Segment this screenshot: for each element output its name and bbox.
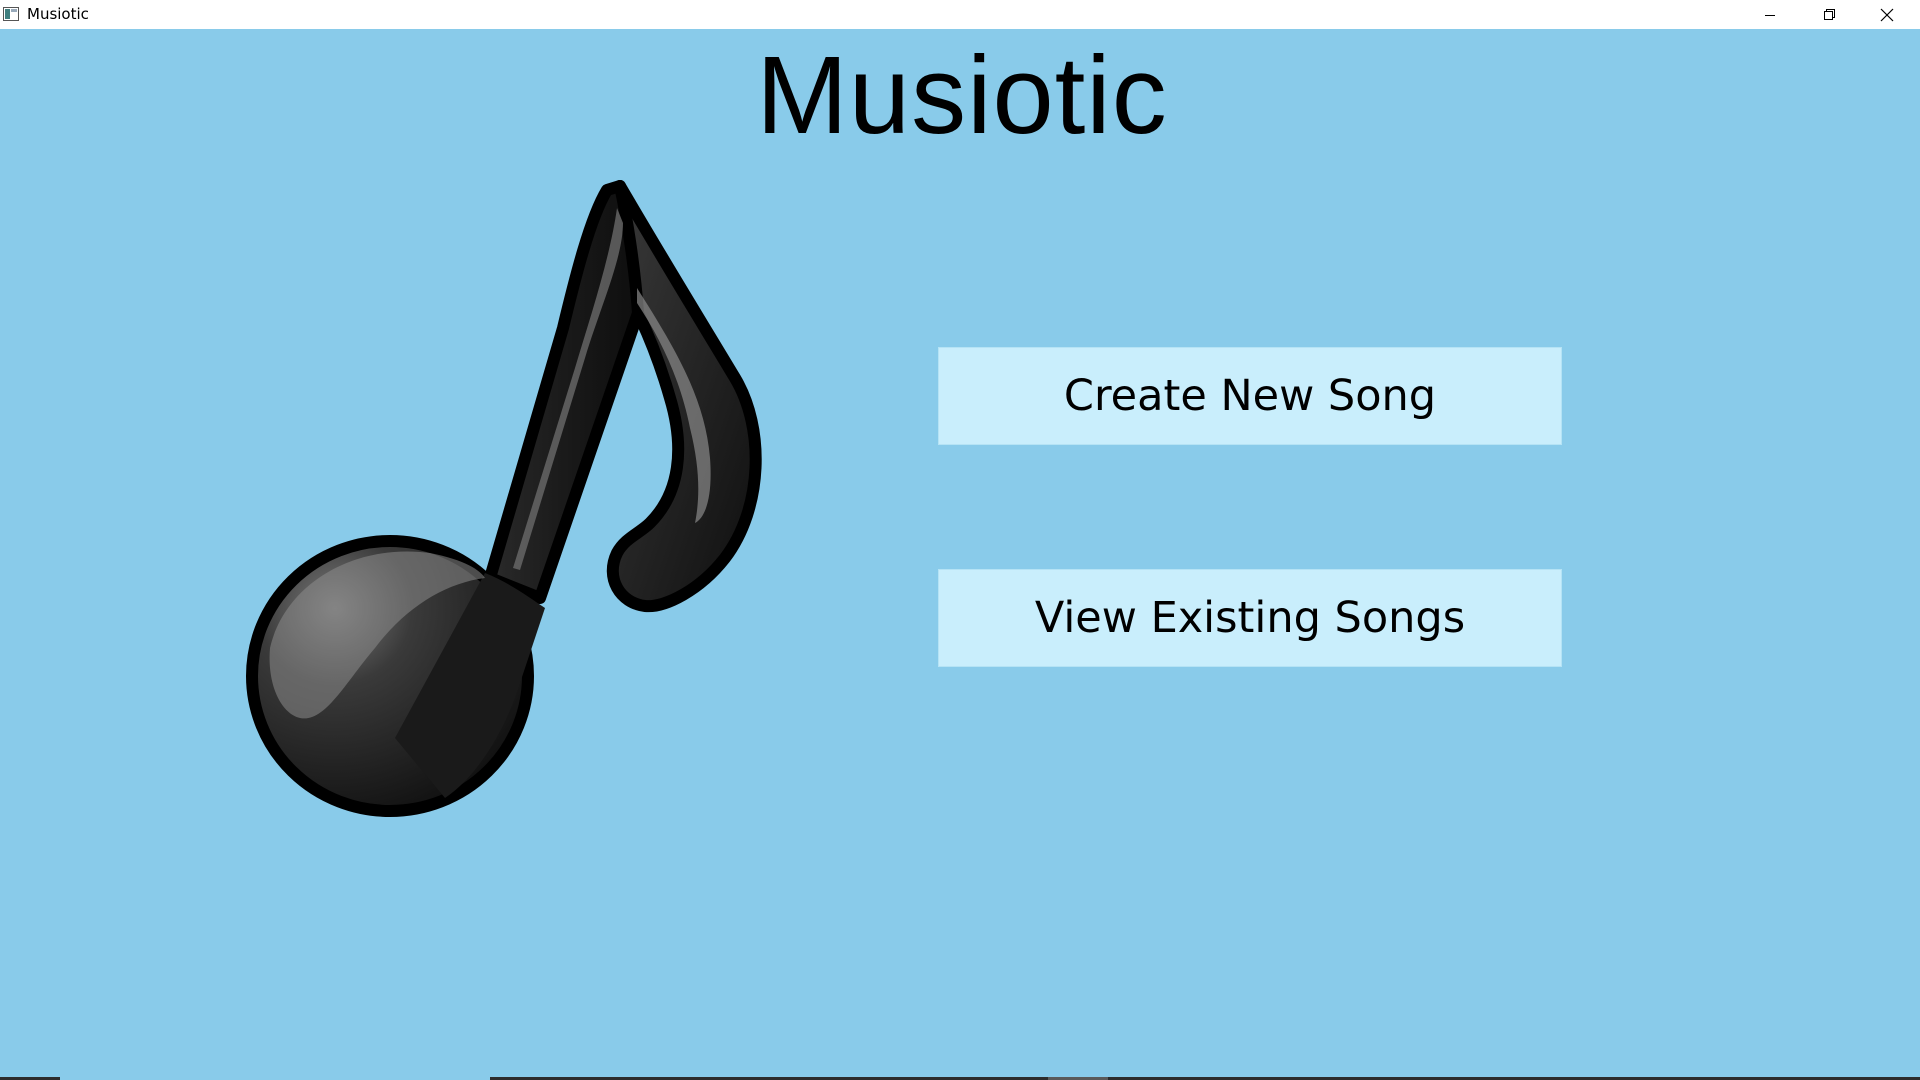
restore-button[interactable] bbox=[1800, 0, 1858, 29]
app-heading: Musiotic bbox=[756, 34, 1168, 157]
restore-icon bbox=[1823, 8, 1836, 21]
close-icon bbox=[1880, 8, 1894, 22]
app-window-icon bbox=[3, 7, 19, 21]
close-button[interactable] bbox=[1858, 0, 1916, 29]
window-titlebar[interactable]: Musiotic bbox=[0, 0, 1920, 29]
window-title: Musiotic bbox=[27, 5, 89, 23]
minimize-icon bbox=[1764, 9, 1776, 21]
view-existing-songs-button[interactable]: View Existing Songs bbox=[938, 569, 1562, 667]
create-new-song-button[interactable]: Create New Song bbox=[938, 347, 1562, 445]
minimize-button[interactable] bbox=[1741, 0, 1799, 29]
music-note-icon bbox=[245, 178, 765, 828]
